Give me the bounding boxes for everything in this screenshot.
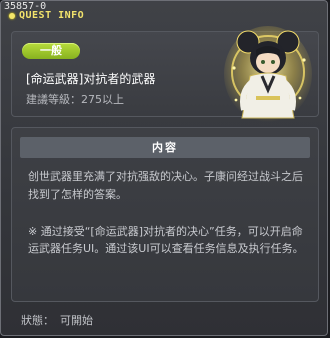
- quest-description: 创世武器里充满了对抗强敌的决心。子康问经过战斗之后找到了怎样的答案。: [28, 170, 303, 201]
- level-label: 建議等級：: [26, 93, 81, 106]
- npc-portrait-icon: [224, 26, 312, 122]
- level-value: 275以上: [81, 93, 124, 106]
- status-value: 可開始: [60, 314, 93, 327]
- title-dot-icon: [9, 12, 15, 19]
- quest-level: 建議等級：275以上: [26, 91, 124, 107]
- quest-info-window: 35857-0 QUEST INFO 一般 [命运武器]对抗者的武器 建議等級：…: [0, 0, 328, 336]
- quest-type-badge: 一般: [22, 43, 80, 59]
- quest-status: 狀態： 可開始: [21, 312, 93, 328]
- quest-note: ※ 通过接受“[命运武器]对抗者的决心”任务，可以开启命运武器任务UI。通过该U…: [28, 225, 304, 255]
- quest-header-panel: 一般 [命运武器]对抗者的武器 建議等級：275以上: [11, 26, 319, 122]
- content-panel: 内容 创世武器里充满了对抗强敌的决心。子康问经过战斗之后找到了怎样的答案。 ※ …: [11, 127, 319, 302]
- title-bar[interactable]: QUEST INFO: [9, 10, 84, 21]
- window-title: QUEST INFO: [19, 10, 85, 21]
- status-label: 狀態：: [21, 314, 54, 327]
- content-heading: 内容: [20, 137, 310, 158]
- quest-name: [命运武器]对抗者的武器: [26, 72, 156, 86]
